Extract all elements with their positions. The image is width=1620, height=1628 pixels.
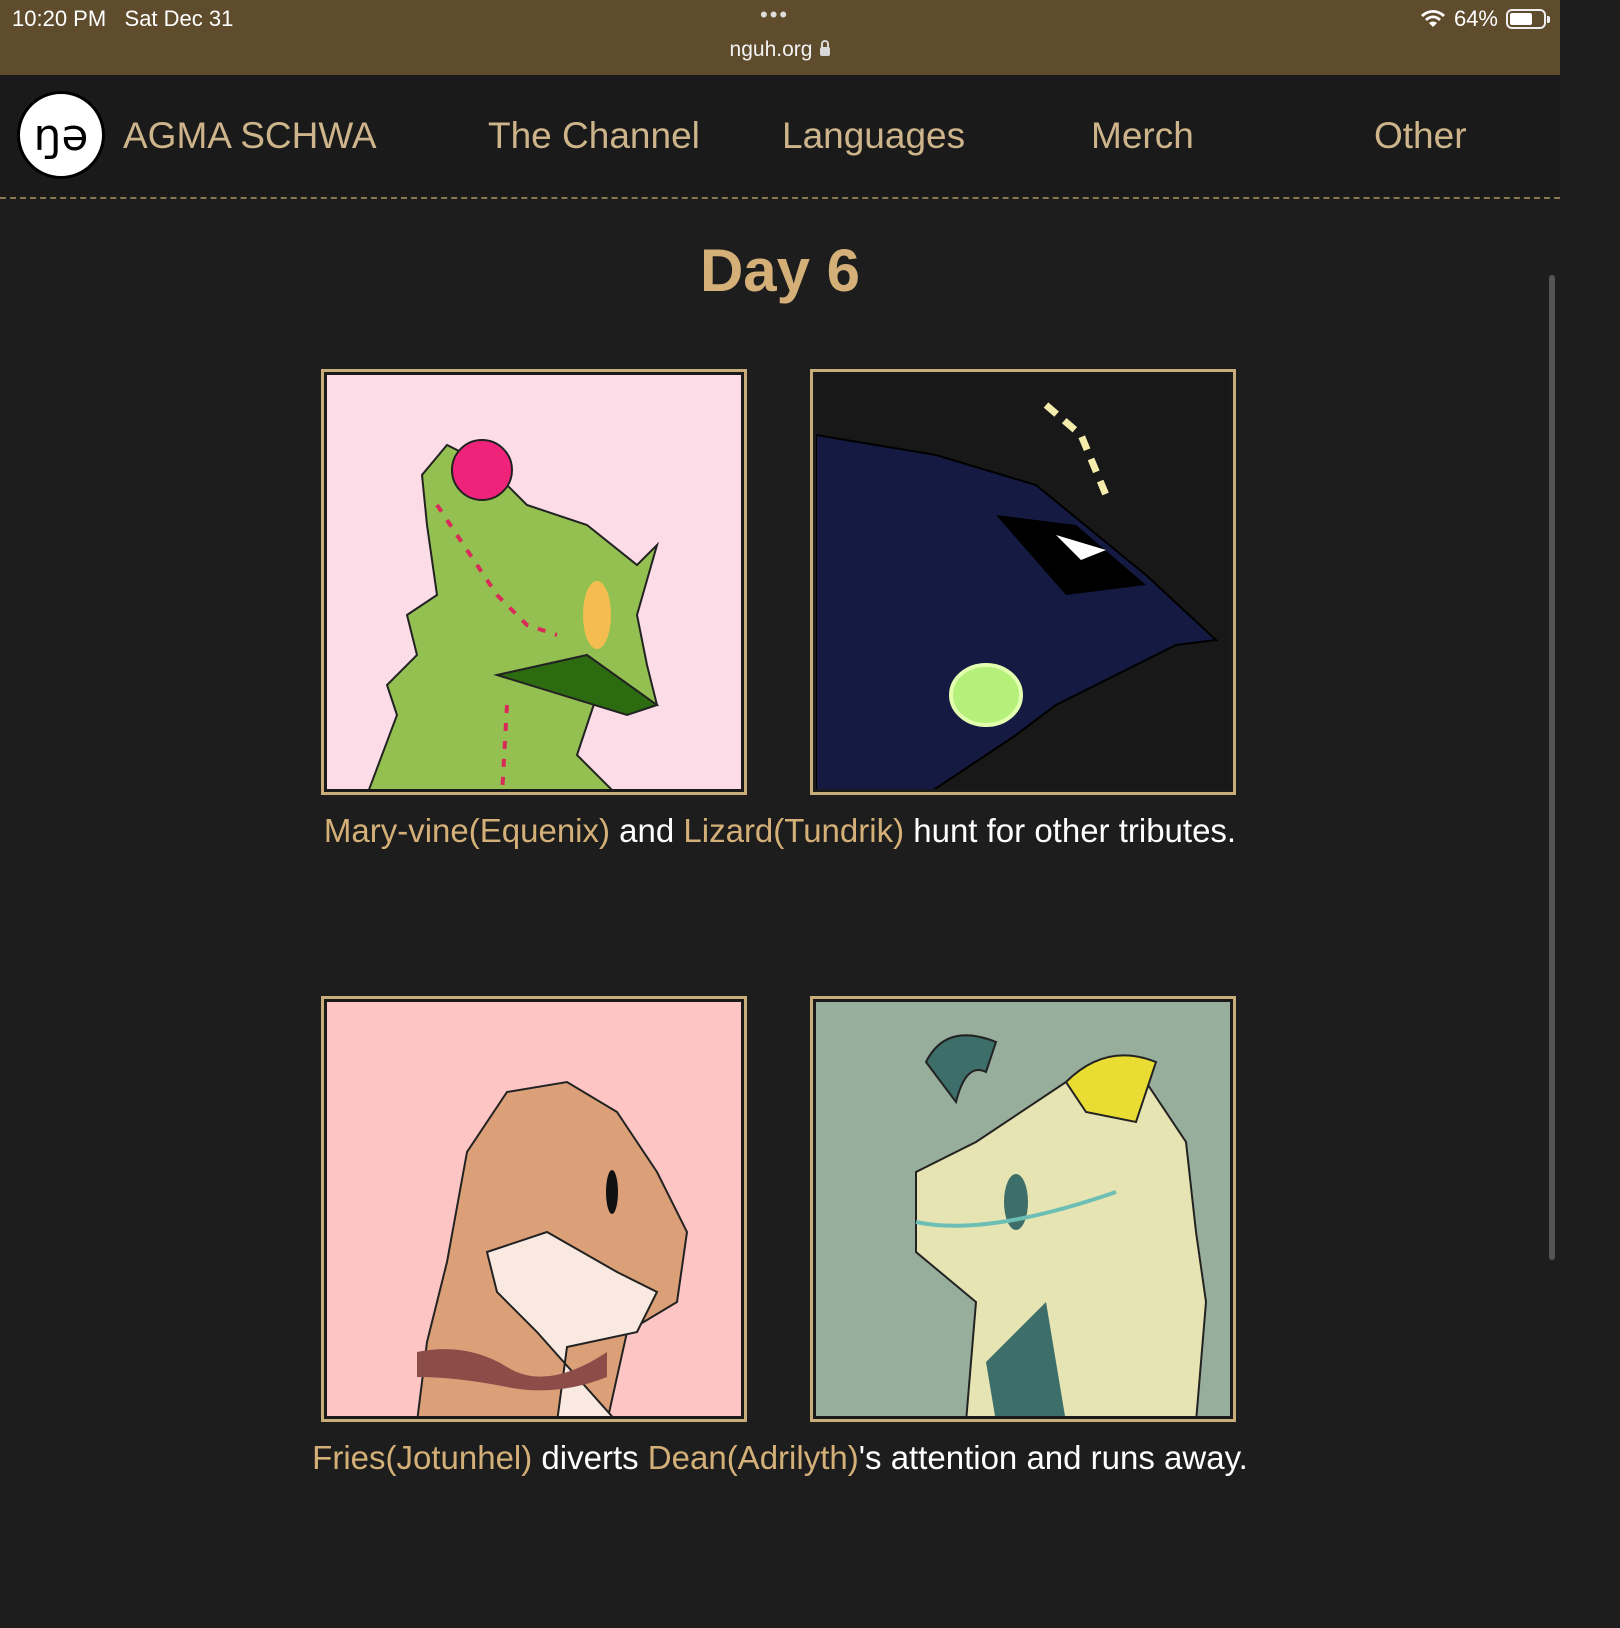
site-nav: ŋə AGMA SCHWA The Channel Languages Merc… xyxy=(0,75,1560,199)
page-title: Day 6 xyxy=(699,237,861,304)
lock-icon xyxy=(820,40,831,56)
battery-icon xyxy=(1506,9,1550,29)
tribute-link-fries[interactable]: Fries(Jotunhel) xyxy=(312,1439,532,1476)
status-right: 64% xyxy=(1420,6,1550,32)
nav-link-other[interactable]: Other xyxy=(1374,115,1467,157)
brand-link[interactable]: AGMA SCHWA xyxy=(123,115,377,157)
nav-link-languages[interactable]: Languages xyxy=(782,115,965,157)
tribute-link-lizard[interactable]: Lizard(Tundrik) xyxy=(683,812,904,849)
nav-link-the-channel[interactable]: The Channel xyxy=(488,115,700,157)
url-text: nguh.org xyxy=(729,38,813,61)
event-caption-2: Fries(Jotunhel) diverts Dean(Adrilyth)'s… xyxy=(312,1439,1248,1476)
tribute-link-mary-vine[interactable]: Mary-vine(Equenix) xyxy=(324,812,610,849)
site-logo[interactable]: ŋə xyxy=(17,91,105,179)
tribute-portrait-green-dragon xyxy=(321,369,747,795)
tab-menu-dots[interactable]: ••• xyxy=(760,2,789,28)
event-caption-1: Mary-vine(Equenix) and Lizard(Tundrik) h… xyxy=(323,812,1237,849)
tribute-link-dean[interactable]: Dean(Adrilyth) xyxy=(648,1439,859,1476)
status-time: 10:20 PM Sat Dec 31 xyxy=(12,6,234,31)
tribute-portrait-brown-creature xyxy=(321,996,747,1422)
tribute-portrait-cream-creature xyxy=(810,996,1236,1422)
wifi-icon xyxy=(1420,10,1445,27)
status-bar: 10:20 PM Sat Dec 31 ••• nguh.org 64% xyxy=(0,0,1560,75)
tribute-portrait-dark-dragon xyxy=(810,369,1236,795)
battery-percent: 64% xyxy=(1453,6,1498,31)
address-bar[interactable]: nguh.org xyxy=(0,38,1560,62)
scrollbar[interactable] xyxy=(1549,275,1555,1260)
nav-link-merch[interactable]: Merch xyxy=(1091,115,1194,157)
